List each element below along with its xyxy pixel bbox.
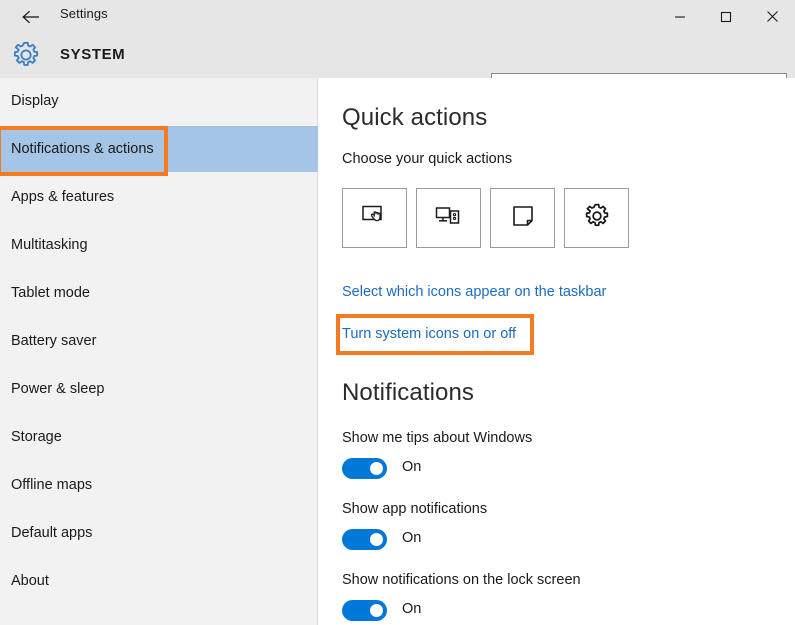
sidebar-item-display[interactable]: Display (0, 78, 318, 124)
notifications-heading: Notifications (342, 379, 475, 406)
sidebar-item-label: Multitasking (11, 237, 88, 253)
toggle-knob (370, 462, 383, 475)
sidebar-item-battery-saver[interactable]: Battery saver (0, 318, 318, 364)
toggle-knob (370, 604, 383, 617)
sidebar-item-label: Power & sleep (11, 381, 105, 397)
toggle-state-app-notifications: On (402, 530, 422, 546)
sidebar-item-default-apps[interactable]: Default apps (0, 510, 318, 556)
link-select-taskbar-icons[interactable]: Select which icons appear on the taskbar (342, 284, 606, 300)
sidebar-item-power-sleep[interactable]: Power & sleep (0, 366, 318, 412)
quick-action-tile-connect[interactable] (416, 188, 481, 248)
sidebar-item-label: Notifications & actions (11, 141, 154, 157)
sidebar-item-offline-maps[interactable]: Offline maps (0, 462, 318, 508)
sidebar-item-label: Display (11, 93, 59, 109)
back-arrow-icon (21, 9, 41, 25)
quick-actions-description: Choose your quick actions (342, 151, 513, 167)
minimize-icon (674, 11, 686, 23)
window-title: Settings (60, 6, 108, 21)
connect-display-icon (434, 202, 464, 235)
link-turn-system-icons-on-off[interactable]: Turn system icons on or off (342, 326, 516, 342)
toggle-show-tips[interactable] (342, 458, 387, 479)
window-controls (657, 0, 795, 33)
quick-action-tile-note[interactable] (490, 188, 555, 248)
sidebar-item-apps-features[interactable]: Apps & features (0, 174, 318, 220)
sidebar-item-label: Battery saver (11, 333, 97, 349)
minimize-button[interactable] (657, 0, 703, 33)
quick-action-tile-tablet-mode[interactable] (342, 188, 407, 248)
setting-label-app-notifications: Show app notifications (342, 501, 488, 517)
sidebar-item-about[interactable]: About (0, 558, 318, 604)
sidebar-item-label: About (11, 573, 49, 589)
toggle-knob (370, 533, 383, 546)
sidebar-item-multitasking[interactable]: Multitasking (0, 222, 318, 268)
toggle-state-show-tips: On (402, 459, 422, 475)
settings-gear-icon (583, 202, 611, 235)
page-title: SYSTEM (60, 46, 126, 63)
close-button[interactable] (749, 0, 795, 33)
category-header: SYSTEM (0, 33, 795, 101)
sidebar-item-label: Storage (11, 429, 62, 445)
sidebar-item-tablet-mode[interactable]: Tablet mode (0, 270, 318, 316)
setting-label-lock-screen-notifications: Show notifications on the lock screen (342, 572, 581, 588)
sidebar-item-label: Default apps (11, 525, 93, 541)
settings-window: Settings SYSTEM Find a setting Display N… (0, 0, 795, 625)
toggle-lock-screen-notifications[interactable] (342, 600, 387, 621)
gear-icon (11, 40, 41, 70)
maximize-icon (720, 11, 732, 23)
sidebar-item-storage[interactable]: Storage (0, 414, 318, 460)
sidebar-item-label: Tablet mode (11, 285, 90, 301)
sidebar: Display Notifications & actions Apps & f… (0, 78, 318, 625)
main-content: Quick actions Choose your quick actions (319, 78, 795, 625)
toggle-app-notifications[interactable] (342, 529, 387, 550)
maximize-button[interactable] (703, 0, 749, 33)
quick-action-tile-settings[interactable] (564, 188, 629, 248)
sidebar-item-label: Apps & features (11, 189, 115, 205)
setting-label-show-tips: Show me tips about Windows (342, 430, 533, 446)
sidebar-item-label: Offline maps (11, 477, 93, 493)
back-button[interactable] (14, 4, 48, 30)
quick-actions-heading: Quick actions (342, 104, 488, 131)
title-bar: Settings (0, 0, 795, 33)
toggle-state-lock-screen-notifications: On (402, 601, 422, 617)
note-icon (509, 202, 537, 235)
sidebar-item-notifications-actions[interactable]: Notifications & actions (0, 126, 318, 172)
tablet-mode-icon (360, 202, 390, 235)
close-icon (766, 10, 779, 23)
quick-action-tiles (342, 188, 629, 248)
